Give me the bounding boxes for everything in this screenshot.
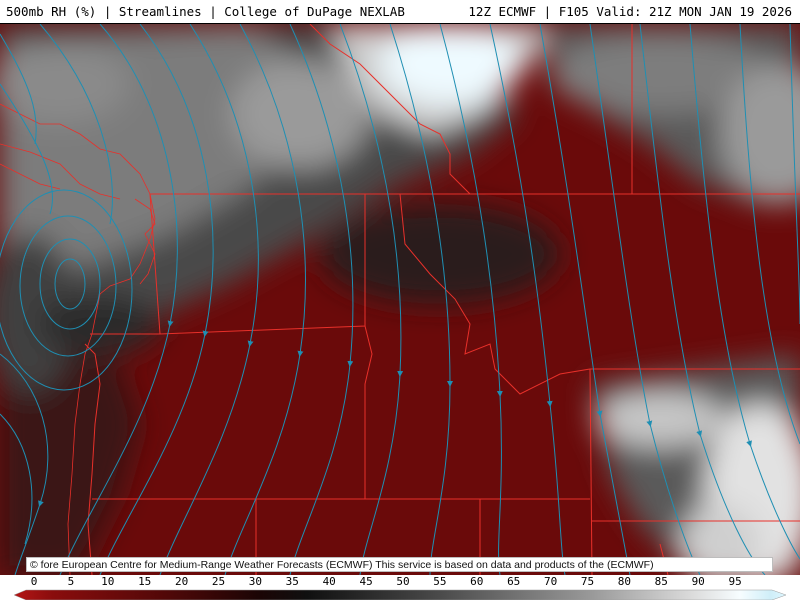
legend-tick-label: 95 [728, 575, 742, 588]
legend-tick-label: 60 [470, 575, 484, 588]
legend-tick-label: 90 [691, 575, 705, 588]
legend-tick-label: 85 [654, 575, 668, 588]
product-title: 500mb RH (%) | Streamlines | College of … [6, 4, 405, 19]
legend-tick-label: 50 [396, 575, 410, 588]
legend-tick-label: 45 [359, 575, 373, 588]
legend-tick-label: 10 [101, 575, 115, 588]
ecmwf-attribution: © fore European Centre for Medium-Range … [26, 557, 773, 572]
legend-tick-label: 15 [138, 575, 152, 588]
map-area [0, 24, 800, 575]
legend-tick-label: 70 [543, 575, 558, 588]
legend-tick-label: 5 [67, 575, 75, 588]
rh-color-legend: 0 5 10 15 20 25 30 35 40 45 50 55 60 65 70 75 80 85 90 95 [0, 575, 800, 600]
legend-tick-label: 30 [248, 575, 263, 588]
legend-tick-label: 35 [285, 575, 299, 588]
legend-tick-label: 0 [30, 575, 38, 588]
legend-tick-label: 25 [211, 575, 226, 588]
color-ramp [13, 589, 787, 600]
model-valid-time: 12Z ECMWF | F105 Valid: 21Z MON JAN 19 2… [468, 4, 792, 19]
rh-streamline-map [0, 24, 800, 575]
legend-tick-label: 40 [322, 575, 336, 588]
legend-tick-label: 65 [507, 575, 521, 588]
legend-tick-label: 20 [174, 575, 189, 588]
header-bar: 500mb RH (%) | Streamlines | College of … [0, 0, 800, 24]
legend-tick-label: 55 [433, 575, 447, 588]
legend-tick-label: 80 [617, 575, 632, 588]
legend-tick-label: 75 [580, 575, 595, 588]
